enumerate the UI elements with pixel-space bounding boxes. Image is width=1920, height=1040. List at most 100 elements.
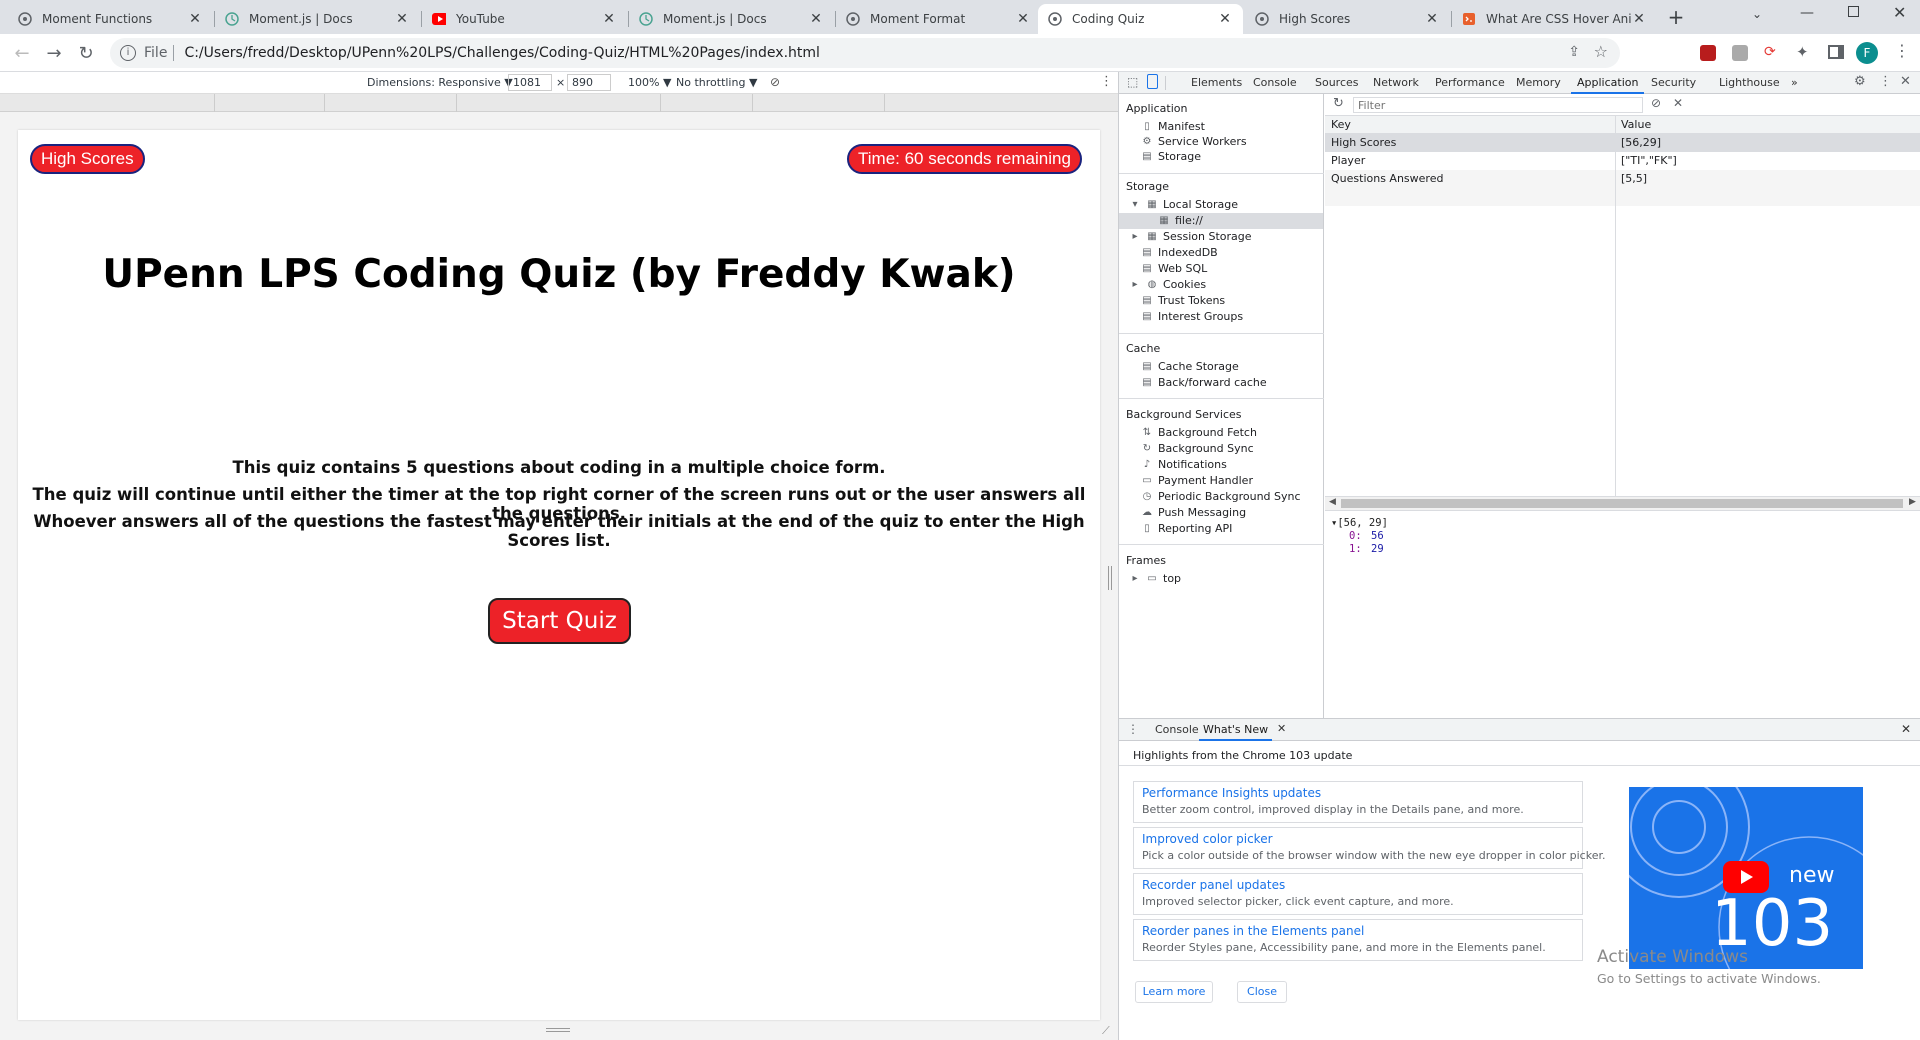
table-row[interactable]: Questions Answered [5,5] (1325, 170, 1920, 188)
devtools-tab-network[interactable]: Network (1373, 72, 1419, 94)
start-quiz-button[interactable]: Start Quiz (488, 598, 631, 644)
sidebar-item-cookies[interactable]: ▸ ◍ Cookies (1129, 278, 1206, 291)
sidebar-item-local-storage[interactable]: ▾ ▦ Local Storage (1129, 198, 1238, 211)
address-bar[interactable]: i File C:/Users/fredd/Desktop/UPenn%20LP… (110, 38, 1620, 68)
rotate-icon[interactable]: ⊘ (770, 75, 780, 89)
tab-close-icon[interactable]: ✕ (808, 11, 824, 27)
devtools-close-icon[interactable]: ✕ (1900, 74, 1911, 89)
drawer-tab-console[interactable]: Console (1151, 719, 1203, 741)
browser-tab-active[interactable]: Coding Quiz ✕ (1038, 4, 1243, 34)
devtools-tab-security[interactable]: Security (1651, 72, 1696, 94)
minimize-icon[interactable]: — (1800, 5, 1814, 21)
table-row[interactable]: Player ["TI","FK"] (1325, 152, 1920, 170)
browser-tab[interactable]: Moment Functions ✕ (8, 4, 213, 34)
device-height-input[interactable]: 890 (567, 74, 611, 91)
devtools-tab-sources[interactable]: Sources (1315, 72, 1359, 94)
reload-icon[interactable]: ↻ (72, 39, 100, 67)
storage-filter-input[interactable] (1353, 97, 1643, 113)
info-icon[interactable]: i (120, 45, 136, 61)
drawer-tab-close-icon[interactable]: ✕ (1277, 722, 1286, 735)
tab-close-icon[interactable]: ✕ (1424, 11, 1440, 27)
whats-new-card[interactable]: Reorder panes in the Elements panel Reor… (1133, 919, 1583, 961)
tab-search-chevron-icon[interactable]: ⌄ (1752, 7, 1762, 21)
browser-tab[interactable]: What Are CSS Hover Anim ✕ (1452, 4, 1657, 34)
sidebar-item-push-messaging[interactable]: ☁ Push Messaging (1141, 506, 1246, 519)
side-panel-icon[interactable] (1828, 45, 1844, 59)
whats-new-card[interactable]: Improved color picker Pick a color outsi… (1133, 827, 1605, 869)
zoom-dropdown[interactable]: 100% ▼ (628, 76, 671, 89)
clear-all-icon[interactable]: ⊘ (1651, 96, 1661, 110)
tab-close-icon[interactable]: ✕ (394, 11, 410, 27)
sidebar-item-cache-storage[interactable]: ▤ Cache Storage (1141, 360, 1238, 373)
viewport-corner-resize-icon[interactable]: ⟋ (1102, 1024, 1110, 1038)
sidebar-item-interest-groups[interactable]: ▤ Interest Groups (1141, 310, 1243, 323)
device-width-input[interactable]: 1081 (508, 74, 552, 91)
devtools-menu-icon[interactable]: ⋮ (1879, 74, 1892, 89)
dimensions-dropdown[interactable]: Dimensions: Responsive ▼ (367, 76, 513, 89)
sidebar-item-manifest[interactable]: ▯ Manifest (1141, 120, 1205, 133)
sidebar-item-trust-tokens[interactable]: ▤ Trust Tokens (1141, 294, 1225, 307)
drawer-menu-icon[interactable]: ⋮ (1127, 722, 1139, 736)
sidebar-item-periodic-sync[interactable]: ◷ Periodic Background Sync (1141, 490, 1301, 503)
device-toolbar-menu-icon[interactable]: ⋮ (1100, 74, 1113, 89)
tab-close-icon[interactable]: ✕ (1217, 11, 1233, 27)
browser-tab[interactable]: High Scores ✕ (1245, 4, 1450, 34)
maximize-icon[interactable] (1848, 6, 1859, 17)
table-row[interactable]: High Scores [56,29] (1325, 134, 1920, 152)
browser-tab[interactable]: Moment.js | Docs ✕ (215, 4, 420, 34)
ublock-extension-icon[interactable] (1700, 45, 1716, 61)
devtools-tab-performance[interactable]: Performance (1435, 72, 1505, 94)
drawer-close-icon[interactable]: ✕ (1901, 722, 1911, 736)
horizontal-scrollbar[interactable]: ◀ ▶ (1325, 496, 1920, 510)
learn-more-button[interactable]: Learn more (1135, 981, 1213, 1003)
scroll-left-icon[interactable]: ◀ (1329, 497, 1336, 507)
column-header-value[interactable]: Value (1621, 116, 1651, 134)
devtools-tab-lighthouse[interactable]: Lighthouse (1719, 72, 1780, 94)
browser-tab[interactable]: YouTube ✕ (422, 4, 627, 34)
viewport-resize-handle[interactable] (1108, 566, 1112, 590)
extension-icon[interactable]: ⟳ (1764, 44, 1776, 60)
sidebar-item-service-workers[interactable]: ⚙ Service Workers (1141, 135, 1247, 148)
sidebar-item-frame-top[interactable]: ▸ ▭ top (1129, 572, 1181, 585)
card-title[interactable]: Performance Insights updates (1142, 786, 1321, 800)
sidebar-item-session-storage[interactable]: ▸ ▦ Session Storage (1129, 230, 1251, 243)
share-icon[interactable]: ⇪ (1568, 44, 1580, 60)
browser-tab[interactable]: Moment Format ✕ (836, 4, 1041, 34)
card-title[interactable]: Improved color picker (1142, 832, 1273, 846)
high-scores-link[interactable]: High Scores (30, 144, 145, 174)
delete-selected-icon[interactable]: ✕ (1673, 96, 1683, 110)
sidebar-item-payment-handler[interactable]: ▭ Payment Handler (1141, 474, 1253, 487)
window-close-icon[interactable]: ✕ (1893, 3, 1906, 22)
card-title[interactable]: Reorder panes in the Elements panel (1142, 924, 1364, 938)
bookmark-star-icon[interactable]: ☆ (1594, 42, 1608, 61)
extension-icon[interactable] (1732, 45, 1748, 61)
refresh-icon[interactable]: ↻ (1333, 96, 1344, 111)
devtools-tab-elements[interactable]: Elements (1191, 72, 1242, 94)
sidebar-item-background-sync[interactable]: ↻ Background Sync (1141, 442, 1254, 455)
address-url[interactable]: C:/Users/fredd/Desktop/UPenn%20LPS/Chall… (184, 45, 820, 61)
sidebar-item-file-origin[interactable]: ▦ file:// (1158, 214, 1203, 227)
device-toggle-icon[interactable] (1147, 74, 1158, 89)
sidebar-item-indexeddb[interactable]: ▤ IndexedDB (1141, 246, 1217, 259)
profile-avatar[interactable]: F (1856, 42, 1878, 64)
devtools-tab-memory[interactable]: Memory (1516, 72, 1561, 94)
throttling-dropdown[interactable]: No throttling ▼ (676, 76, 757, 89)
sidebar-item-storage[interactable]: ▤ Storage (1141, 150, 1201, 163)
scrollbar-thumb[interactable] (1341, 499, 1903, 508)
tab-close-icon[interactable]: ✕ (1631, 11, 1647, 27)
new-tab-button[interactable]: + (1664, 5, 1688, 29)
drawer-tab-whats-new[interactable]: What's New (1199, 719, 1273, 741)
devtools-tab-application[interactable]: Application (1571, 72, 1645, 94)
tab-close-icon[interactable]: ✕ (187, 11, 203, 27)
tab-close-icon[interactable]: ✕ (601, 11, 617, 27)
column-header-key[interactable]: Key (1331, 116, 1351, 134)
puzzle-extensions-icon[interactable]: ✦ (1796, 43, 1809, 61)
sidebar-item-web-sql[interactable]: ▤ Web SQL (1141, 262, 1207, 275)
settings-gear-icon[interactable]: ⚙ (1854, 74, 1866, 89)
chrome-update-promo-image[interactable]: new 103 (1629, 787, 1863, 969)
back-arrow-icon[interactable]: ← (8, 39, 36, 67)
whats-new-card[interactable]: Recorder panel updates Improved selector… (1133, 873, 1583, 915)
whats-new-card[interactable]: Performance Insights updates Better zoom… (1133, 781, 1583, 823)
card-title[interactable]: Recorder panel updates (1142, 878, 1285, 892)
devtools-tab-console[interactable]: Console (1253, 72, 1297, 94)
